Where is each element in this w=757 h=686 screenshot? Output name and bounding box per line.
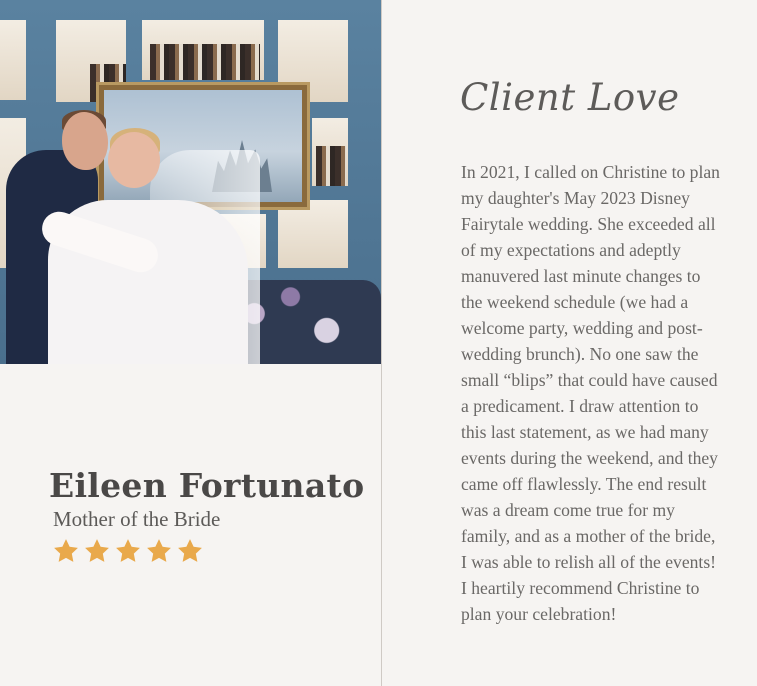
client-name: Eileen Fortunato xyxy=(49,466,365,505)
testimonial-text: In 2021, I called on Christine to plan m… xyxy=(461,162,720,624)
star-icon xyxy=(114,537,142,565)
books xyxy=(316,146,346,186)
star-icon xyxy=(52,537,80,565)
star-rating xyxy=(52,537,204,565)
star-icon xyxy=(83,537,111,565)
bride-head xyxy=(108,132,160,188)
column-divider xyxy=(381,0,382,686)
groom-head xyxy=(62,112,108,170)
couple-photo xyxy=(0,0,381,364)
books xyxy=(150,44,260,80)
section-heading: Client Love xyxy=(460,76,680,119)
shelf-cubby xyxy=(0,20,26,100)
shelf-cubby xyxy=(278,200,348,268)
client-role: Mother of the Bride xyxy=(53,507,221,531)
star-icon xyxy=(145,537,173,565)
star-icon xyxy=(176,537,204,565)
